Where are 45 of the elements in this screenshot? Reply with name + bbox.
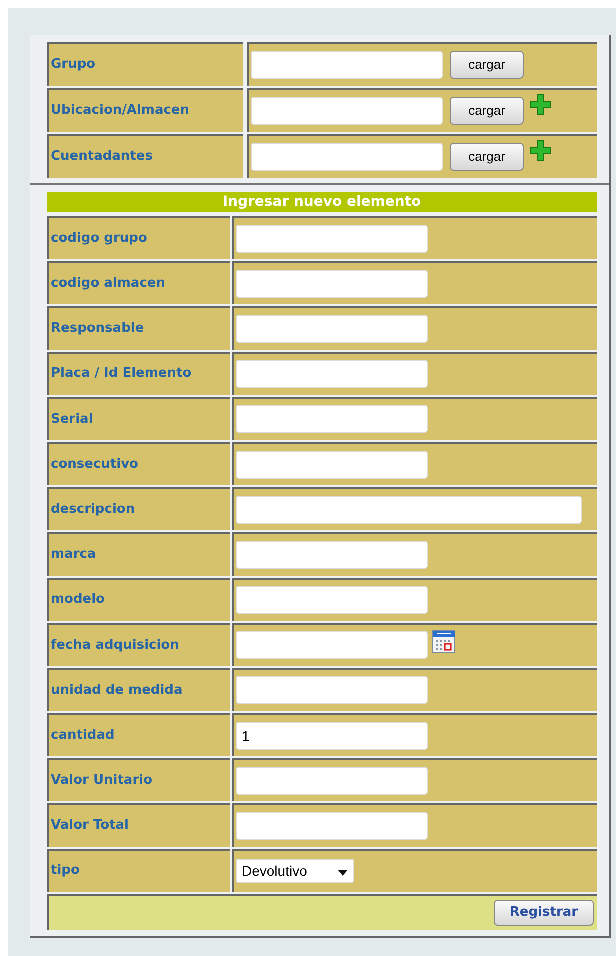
field-label: tipo — [50, 862, 80, 880]
input-field[interactable] — [236, 270, 428, 298]
field-label: Responsable — [50, 320, 144, 338]
field-label: Ubicacion/Almacen — [50, 102, 190, 120]
input-field[interactable] — [236, 405, 428, 434]
field-label: fecha adquisicion — [50, 636, 180, 655]
caret-icon — [338, 870, 348, 876]
add-icon[interactable] — [530, 140, 552, 162]
field-label: Cuentadantes — [50, 148, 153, 166]
field-label: cantidad — [50, 726, 115, 745]
input-field[interactable] — [236, 540, 428, 569]
field-label: descripcion — [50, 500, 136, 519]
field-label: modelo — [50, 591, 105, 610]
input-field[interactable] — [236, 812, 428, 840]
input-field[interactable] — [236, 496, 582, 524]
section-header: Ingresar nuevo elemento — [47, 192, 597, 212]
field-label: marca — [50, 546, 96, 564]
input-field[interactable] — [236, 224, 428, 253]
input-field[interactable] — [236, 766, 428, 795]
input-field[interactable] — [236, 586, 428, 614]
input-field[interactable]: 1 — [236, 722, 428, 750]
select-dropdown[interactable]: Devolutivo — [236, 859, 354, 884]
input-field[interactable] — [236, 360, 428, 388]
field-label: Grupo — [50, 56, 96, 74]
field-label: unidad de medida — [50, 682, 183, 700]
load-button[interactable]: cargar — [450, 51, 524, 79]
field-label: Placa / Id Elemento — [50, 365, 192, 384]
load-button[interactable]: cargar — [450, 97, 524, 125]
input-field[interactable] — [251, 143, 443, 171]
load-button[interactable]: cargar — [450, 143, 524, 171]
input-field[interactable] — [251, 97, 443, 125]
calendar-icon[interactable] — [432, 630, 456, 654]
input-field[interactable] — [236, 314, 428, 343]
field-label: Serial — [50, 410, 94, 429]
field-label: codigo grupo — [50, 230, 148, 248]
input-field[interactable] — [251, 51, 443, 79]
field-label: Valor Unitario — [50, 772, 152, 790]
add-icon[interactable] — [530, 94, 552, 116]
input-field[interactable] — [236, 631, 428, 660]
field-label: consecutivo — [50, 456, 138, 474]
input-field[interactable] — [236, 450, 428, 479]
submit-button[interactable]: Registrar — [494, 900, 594, 926]
field-label: Valor Total — [50, 817, 129, 836]
field-label: codigo almacen — [50, 275, 166, 294]
input-field[interactable] — [236, 676, 428, 704]
